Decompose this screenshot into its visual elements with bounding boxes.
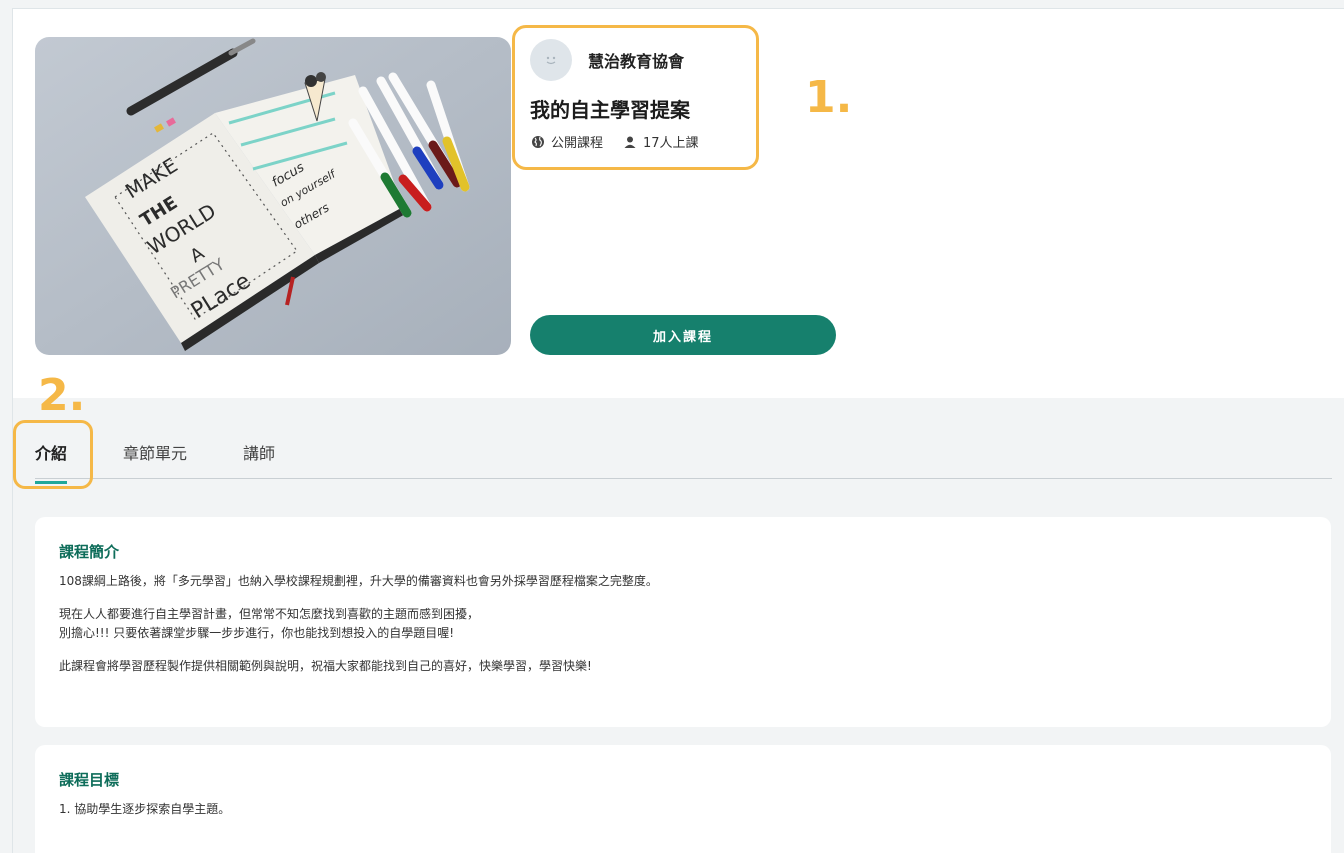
intro-paragraph-2: 現在人人都要進行自主學習計畫，但常常不知怎麼找到喜歡的主題而感到困擾， 別擔心!… [59, 605, 1307, 643]
intro-paragraph-3: 此課程會將學習歷程製作提供相關範例與說明，祝福大家都能找到自己的喜好，快樂學習，… [59, 659, 592, 673]
intro-line-2b: 別擔心!!! 只要依著課堂步驟一步步進行，你也能找到想投入的自學題目喔! [59, 626, 455, 640]
annotation-label-2: 2. [38, 370, 86, 421]
intro-heading: 課程簡介 [59, 543, 120, 561]
course-cover-image: MAKE THE WORLD A PRETTY PLace focus on y… [35, 37, 511, 355]
intro-paragraph-1: 108課綱上路後，將「多元學習」也納入學校課程規劃裡，升大學的備審資料也會另外採… [59, 574, 658, 588]
goal-item-1: 1. 協助學生逐步探索自學主題。 [59, 802, 231, 816]
join-course-button[interactable]: 加入課程 [530, 315, 836, 355]
annotation-box-2 [13, 420, 93, 489]
course-intro-card: 課程簡介 108課綱上路後，將「多元學習」也納入學校課程規劃裡，升大學的備審資料… [35, 517, 1331, 727]
intro-line-2a: 現在人人都要進行自主學習計畫，但常常不知怎麼找到喜歡的主題而感到困擾， [59, 607, 480, 621]
annotation-box-1 [512, 25, 759, 170]
course-goals-card: 課程目標 1. 協助學生逐步探索自學主題。 [35, 745, 1331, 853]
annotation-label-1: 1. [805, 72, 853, 123]
goals-heading: 課程目標 [59, 771, 120, 789]
tabs-divider [35, 478, 1332, 479]
